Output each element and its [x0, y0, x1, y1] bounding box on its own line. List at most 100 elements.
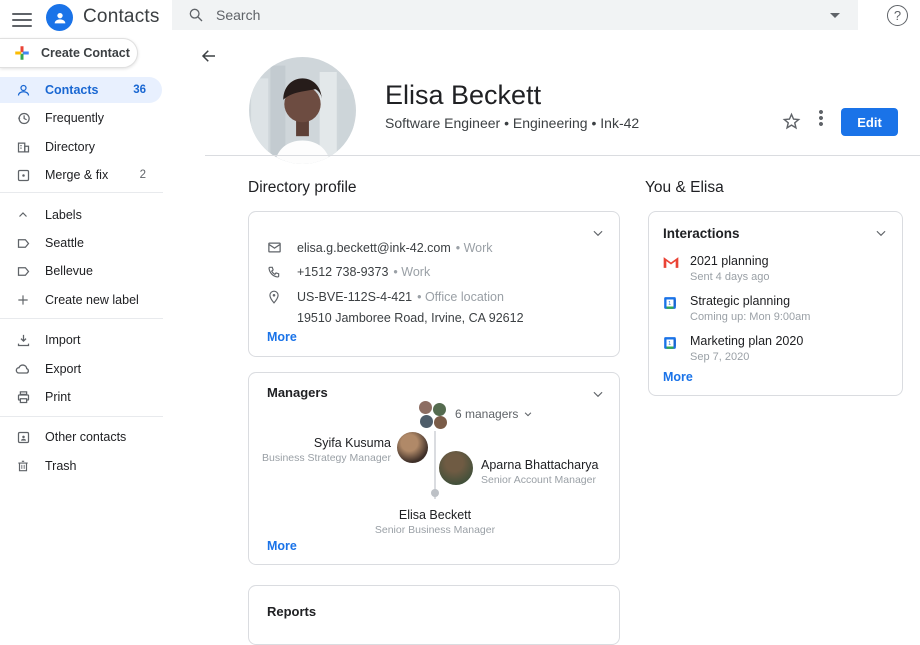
chevron-down-icon: [523, 409, 533, 419]
collapse-chevron-icon[interactable]: [591, 226, 605, 245]
email-row[interactable]: elisa.g.beckett@ink-42.com • Work: [267, 240, 493, 255]
create-contact-button[interactable]: Create Contact: [0, 38, 138, 68]
avatar: [434, 416, 447, 429]
manager-syifa: Syifa Kusuma Business Strategy Manager: [262, 436, 391, 464]
svg-text:1: 1: [668, 301, 671, 307]
avatar-aparna-bhattacharya[interactable]: [439, 451, 473, 485]
edit-button[interactable]: Edit: [841, 108, 898, 136]
managers-count-dropdown[interactable]: 6 managers: [455, 407, 533, 421]
cloud-export-icon: [15, 361, 31, 377]
contact-name: Elisa Beckett: [385, 80, 541, 111]
header-divider: [205, 155, 920, 156]
email-value: elisa.g.beckett@ink-42.com: [297, 241, 451, 255]
svg-text:1: 1: [668, 341, 671, 347]
interaction-subtitle: Coming up: Mon 9:00am: [690, 311, 810, 323]
interactions-card: Interactions 2021 planning Sent 4 days a…: [648, 211, 903, 396]
help-icon[interactable]: ?: [887, 5, 908, 26]
trash-icon: [15, 459, 31, 473]
phone-icon: [267, 265, 283, 279]
manager-name[interactable]: Aparna Bhattacharya: [481, 458, 598, 472]
location-row[interactable]: US-BVE-112S-4-421 • Office location: [267, 290, 504, 304]
sidebar-item-print[interactable]: Print: [0, 384, 162, 410]
address-value: 19510 Jamboree Road, Irvine, CA 92612: [297, 311, 524, 325]
sidebar-label-bellevue[interactable]: Bellevue: [0, 258, 162, 284]
contact-subtitle: Software Engineer • Engineering • Ink-42: [385, 115, 639, 131]
sidebar-item-merge-fix[interactable]: Merge & fix 2: [0, 162, 162, 188]
directory-profile-title: Directory profile: [248, 179, 357, 197]
labels-section-header[interactable]: Labels: [0, 202, 162, 228]
search-input[interactable]: [216, 7, 830, 23]
import-icon: [15, 333, 31, 348]
sidebar-divider: [0, 416, 163, 417]
email-icon: [267, 240, 283, 255]
person-icon: [15, 83, 31, 98]
manager-role: Senior Business Manager: [335, 524, 535, 536]
contact-avatar: [249, 57, 356, 164]
phone-value: +1512 738-9373: [297, 265, 388, 279]
avatar: [419, 401, 432, 414]
avatar-syifa-kusuma[interactable]: [397, 432, 428, 463]
manager-name[interactable]: Syifa Kusuma: [262, 436, 391, 450]
sidebar-label-seattle[interactable]: Seattle: [0, 230, 162, 256]
search-bar[interactable]: [172, 0, 858, 30]
avatar: [433, 403, 446, 416]
sidebar-item-directory[interactable]: Directory: [0, 134, 162, 160]
calendar-icon: 1: [663, 334, 680, 363]
phone-type: • Work: [393, 265, 430, 279]
interaction-subtitle: Sent 4 days ago: [690, 271, 770, 283]
address-row: 19510 Jamboree Road, Irvine, CA 92612: [297, 311, 524, 325]
sidebar-item-export[interactable]: Export: [0, 356, 162, 382]
building-icon: [15, 140, 31, 155]
interaction-item[interactable]: 1 Strategic planning Coming up: Mon 9:00…: [663, 294, 810, 323]
avatar-photo: [249, 57, 356, 164]
star-icon[interactable]: [782, 112, 801, 136]
manager-role: Senior Account Manager: [481, 474, 598, 486]
reports-card: Reports: [248, 585, 620, 645]
collapse-chevron-icon[interactable]: [591, 387, 605, 406]
org-chart-node-dot: [431, 489, 439, 497]
sidebar: Create Contact Contacts 36 Frequently Di…: [0, 36, 175, 613]
top-app-bar: Contacts ?: [0, 0, 920, 36]
interaction-item[interactable]: 1 Marketing plan 2020 Sep 7, 2020: [663, 334, 803, 363]
contacts-app-logo-icon[interactable]: [46, 4, 73, 31]
interactions-more-link[interactable]: More: [663, 370, 693, 384]
main-menu-icon[interactable]: [12, 9, 32, 27]
label-tag-icon: [15, 236, 31, 251]
directory-profile-card: elisa.g.beckett@ink-42.com • Work +1512 …: [248, 211, 620, 357]
back-arrow-icon[interactable]: [200, 47, 218, 70]
sidebar-item-contacts[interactable]: Contacts 36: [0, 77, 162, 103]
chevron-up-icon: [15, 209, 31, 221]
email-type: • Work: [456, 241, 493, 255]
interactions-card-title: Interactions: [663, 226, 740, 241]
interaction-item[interactable]: 2021 planning Sent 4 days ago: [663, 254, 770, 283]
sidebar-item-import[interactable]: Import: [0, 327, 162, 353]
search-options-caret-icon[interactable]: [830, 13, 840, 18]
managers-avatar-cluster: [419, 401, 447, 429]
sidebar-item-trash[interactable]: Trash: [0, 453, 162, 479]
search-icon: [188, 7, 204, 23]
more-options-icon[interactable]: •••: [813, 110, 829, 128]
contact-detail-panel: Elisa Beckett Software Engineer • Engine…: [175, 36, 920, 613]
interaction-title: Marketing plan 2020: [690, 334, 803, 348]
managers-more-link[interactable]: More: [267, 539, 297, 553]
history-clock-icon: [15, 111, 31, 126]
person-icon: [52, 10, 68, 26]
sidebar-divider: [0, 192, 163, 193]
plus-icon: [15, 293, 31, 307]
manager-name[interactable]: Elisa Beckett: [335, 508, 535, 522]
directory-more-link[interactable]: More: [267, 330, 297, 344]
sidebar-item-other-contacts[interactable]: Other contacts: [0, 424, 162, 450]
manager-role: Business Strategy Manager: [262, 452, 391, 464]
collapse-chevron-icon[interactable]: [874, 226, 888, 245]
printer-icon: [15, 390, 31, 405]
location-pin-icon: [267, 290, 283, 304]
create-contact-label: Create Contact: [41, 46, 130, 60]
managers-card-title: Managers: [267, 385, 328, 400]
sidebar-item-frequently[interactable]: Frequently: [0, 105, 162, 131]
create-new-label-button[interactable]: Create new label: [0, 287, 162, 313]
sidebar-divider: [0, 318, 163, 319]
avatar: [420, 415, 433, 428]
app-title: Contacts: [83, 6, 160, 28]
phone-row[interactable]: +1512 738-9373 • Work: [267, 265, 430, 279]
location-type: • Office location: [417, 290, 504, 304]
